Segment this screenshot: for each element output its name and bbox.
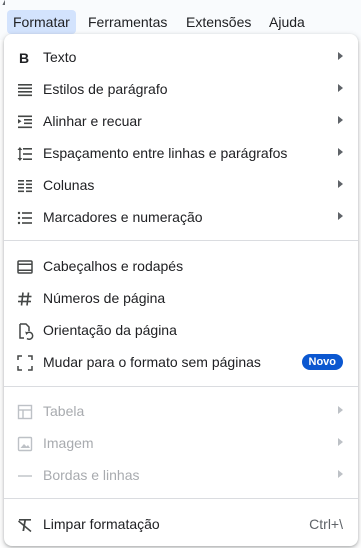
clear-formatting-icon (16, 516, 34, 534)
menu-item-label: Texto (43, 49, 77, 65)
menu-item-label: Estilos de parágrafo (43, 81, 168, 97)
submenu-arrow-icon (338, 84, 343, 92)
menu-item-formato-sem-paginas[interactable]: Mudar para o formato sem páginas Novo (4, 346, 358, 378)
menu-item-label: Colunas (43, 177, 95, 193)
menu-divider (4, 498, 358, 499)
menu-item-label: Marcadores e numeração (43, 209, 203, 225)
submenu-arrow-icon (338, 212, 343, 220)
menu-item-label: Alinhar e recuar (43, 113, 142, 129)
menu-item-bordas-linhas[interactable]: Bordas e linhas (4, 459, 358, 491)
pageless-icon (16, 354, 34, 372)
menu-item-label: Tabela (43, 403, 85, 419)
menubar-formatar[interactable]: Formatar (7, 10, 76, 34)
horizontal-line-icon (16, 467, 34, 485)
submenu-arrow-icon (338, 470, 343, 478)
new-badge: Novo (301, 354, 343, 370)
line-spacing-icon (16, 145, 34, 163)
menu-item-label: Imagem (43, 435, 94, 451)
page-orientation-icon (16, 322, 34, 340)
menu-item-espacamento[interactable]: Espaçamento entre linhas e parágrafos (4, 137, 358, 169)
menu-item-label: Limpar formatação (43, 516, 160, 532)
submenu-arrow-icon (338, 148, 343, 156)
menu-item-label: Cabeçalhos e rodapés (43, 258, 184, 274)
indent-icon (16, 113, 34, 131)
columns-icon (16, 177, 34, 195)
edge-icon: ▲ (0, 0, 5, 8)
shortcut-hint: Ctrl+\ (309, 516, 343, 532)
menu-divider (4, 240, 358, 241)
submenu-arrow-icon (338, 438, 343, 446)
menu-item-label: Espaçamento entre linhas e parágrafos (43, 145, 288, 161)
menu-item-limpar-formatacao[interactable]: Limpar formatação Ctrl+\ (4, 508, 358, 540)
menu-item-alinhar-recuar[interactable]: Alinhar e recuar (4, 105, 358, 137)
menu-item-imagem[interactable]: Imagem (4, 427, 358, 459)
menu-item-estilos-paragrafo[interactable]: Estilos de parágrafo (4, 73, 358, 105)
image-icon (16, 435, 34, 453)
menu-item-texto[interactable]: B Texto (4, 41, 358, 73)
menu-item-label: Números de página (43, 290, 166, 306)
menubar-ajuda[interactable]: Ajuda (263, 10, 311, 34)
bulleted-list-icon (16, 209, 34, 227)
menubar-ferramentas[interactable]: Ferramentas (82, 10, 173, 34)
submenu-arrow-icon (338, 52, 343, 60)
menu-divider (4, 386, 358, 387)
table-icon (16, 403, 34, 421)
menubar-extensoes[interactable]: Extensões (180, 10, 257, 34)
menu-item-label: Mudar para o formato sem páginas (43, 354, 261, 370)
menu-item-numeros-pagina[interactable]: Números de página (4, 282, 358, 314)
format-menu: B Texto Estilos de parágrafo Alinhar e r… (4, 34, 358, 546)
hash-icon (16, 290, 34, 308)
menu-item-label: Bordas e linhas (43, 467, 140, 483)
menu-item-cabecalhos-rodapes[interactable]: Cabeçalhos e rodapés (4, 250, 358, 282)
header-footer-icon (16, 258, 34, 276)
menu-item-tabela[interactable]: Tabela (4, 395, 358, 427)
submenu-arrow-icon (338, 406, 343, 414)
bold-icon: B (16, 49, 34, 67)
menu-item-label: Orientação da página (43, 322, 177, 338)
menu-item-marcadores[interactable]: Marcadores e numeração (4, 201, 358, 233)
submenu-arrow-icon (338, 180, 343, 188)
menu-item-colunas[interactable]: Colunas (4, 169, 358, 201)
svg-text:B: B (19, 50, 29, 66)
submenu-arrow-icon (338, 116, 343, 124)
paragraph-styles-icon (16, 81, 34, 99)
menu-item-orientacao-pagina[interactable]: Orientação da página (4, 314, 358, 346)
